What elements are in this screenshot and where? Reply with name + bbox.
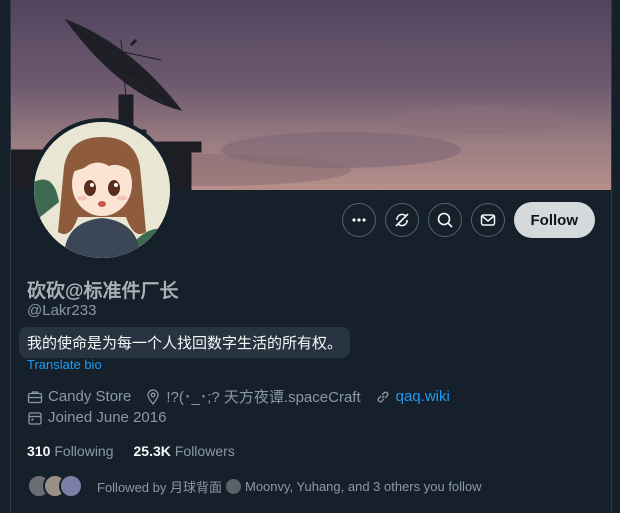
calendar-icon — [28, 411, 42, 425]
anime-girl-avatar-illustration — [34, 122, 170, 258]
follow-counts: 310 Following 25.3K Followers — [27, 443, 235, 459]
category-item: Candy Store — [27, 388, 131, 405]
profile-page: Follow 砍砍@标准件厂长 @Lakr233 我的使命是为每一个人找回数字生… — [10, 0, 612, 513]
briefcase-icon — [27, 390, 43, 403]
followed-by-row[interactable]: Followed by 月球背面 Moonvy, Yuhang, and 3 o… — [27, 474, 482, 498]
profile-actions: Follow — [341, 202, 595, 238]
joined-row: Joined June 2016 — [27, 409, 180, 426]
location-label: !?(･_･;? 天方夜谭.spaceCraft — [166, 389, 361, 406]
notification-off-icon — [394, 213, 409, 227]
followed-by-rest: Moonvy, Yuhang, and 3 others you follow — [244, 478, 482, 494]
message-button[interactable] — [470, 203, 505, 237]
following-link[interactable]: 310 Following — [27, 443, 114, 459]
joined-label: Joined June 2016 — [48, 409, 167, 426]
search-icon — [437, 212, 453, 228]
bio-text: 我的使命是为每一个人找回数字生活的所有权。 — [19, 327, 351, 358]
website-link[interactable]: qaq.wiki — [396, 388, 450, 405]
display-name: 砍砍@标准件厂长 — [27, 281, 179, 302]
category-label: Candy Store — [48, 388, 132, 405]
following-label: Following — [54, 443, 114, 459]
location-item: !?(･_･;? 天方夜谭.spaceCraft — [145, 386, 361, 407]
follow-button[interactable]: Follow — [513, 202, 595, 238]
more-horizontal-icon — [351, 218, 366, 222]
translate-bio-link[interactable]: Translate bio — [27, 357, 102, 372]
following-count: 310 — [27, 443, 51, 459]
profile-meta: Candy Store !?(･_･;? 天方夜谭.spaceCraft qaq… — [27, 386, 464, 407]
more-button[interactable] — [341, 203, 376, 237]
link-icon — [377, 391, 389, 402]
mail-icon — [480, 214, 495, 226]
followers-link[interactable]: 25.3K Followers — [134, 443, 235, 459]
follower-inline-avatar — [225, 478, 241, 494]
follower-avatar — [59, 474, 83, 498]
search-profile-button[interactable] — [427, 203, 462, 237]
location-pin-icon — [147, 388, 160, 405]
profile-avatar[interactable] — [30, 118, 174, 262]
followed-by-prefix: Followed by 月球背面 — [97, 479, 222, 495]
notifications-button[interactable] — [384, 203, 419, 237]
joined-item: Joined June 2016 — [27, 409, 166, 426]
followers-label: Followers — [174, 443, 235, 459]
followers-count: 25.3K — [133, 443, 171, 459]
user-handle: @Lakr233 — [27, 302, 97, 319]
website-item: qaq.wiki — [375, 388, 450, 405]
